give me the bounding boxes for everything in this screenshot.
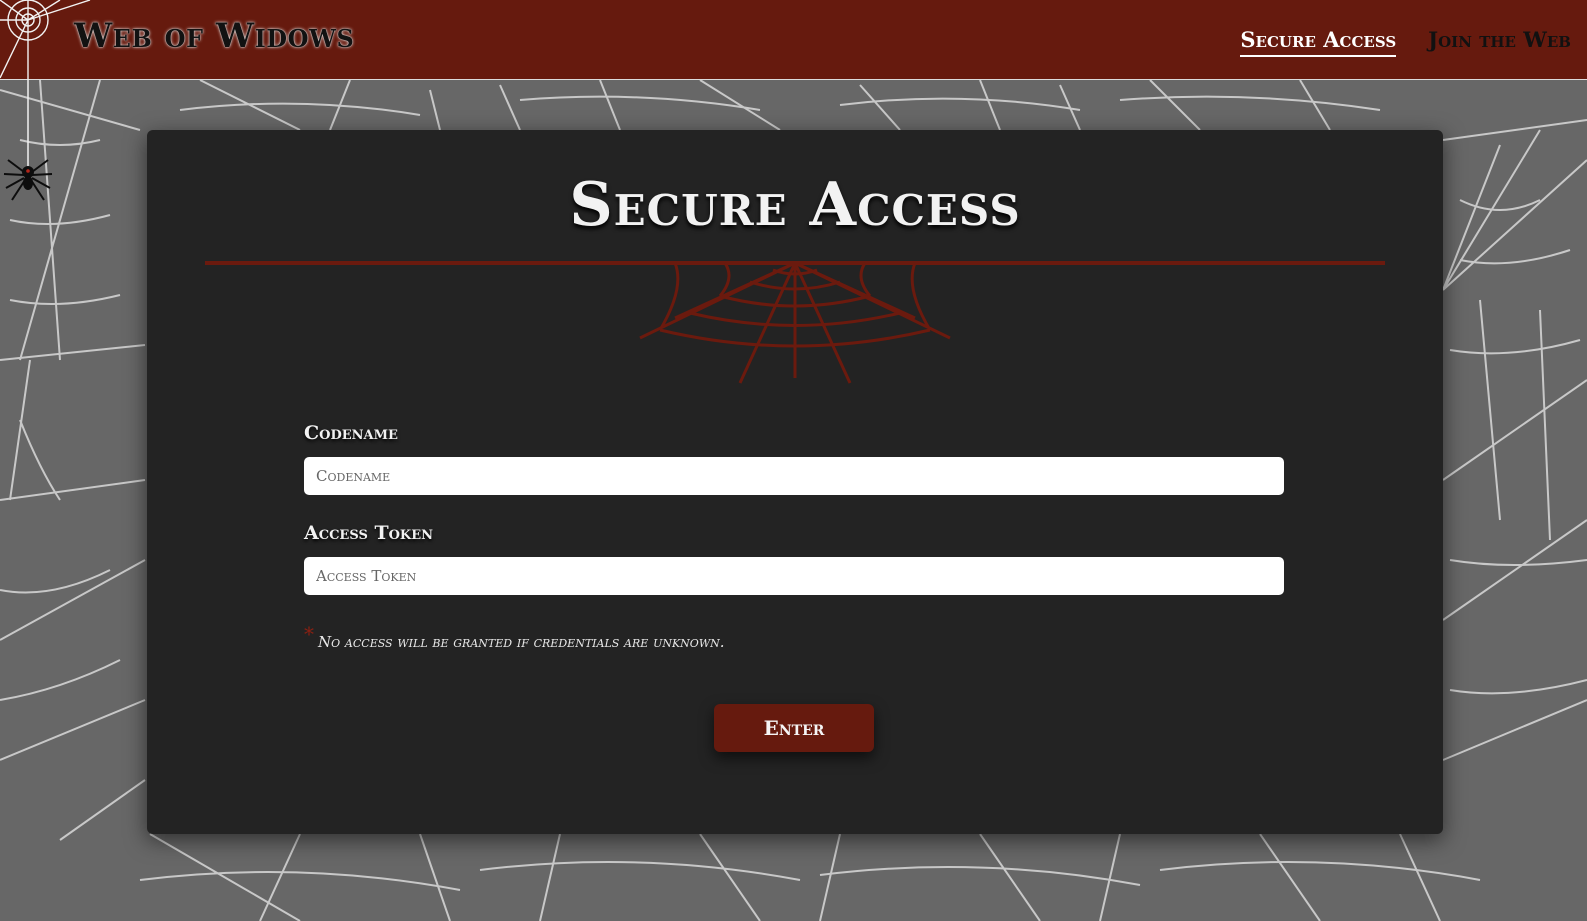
spider-icon — [3, 80, 53, 201]
web-divider-icon — [205, 261, 1385, 384]
codename-label: Codename — [304, 422, 398, 444]
enter-button[interactable]: Enter — [714, 704, 874, 752]
codename-input[interactable] — [304, 457, 1284, 495]
credentials-note: * No access will be granted if credential… — [304, 622, 725, 652]
access-token-input[interactable] — [304, 557, 1284, 595]
nav-join-the-web[interactable]: Join the Web — [1428, 27, 1571, 57]
nav-secure-access[interactable]: Secure Access — [1240, 27, 1397, 57]
credentials-note-text: No access will be granted if credentials… — [318, 633, 725, 651]
main-nav: Secure Access Join the Web — [1240, 27, 1571, 57]
page-title: Secure Access — [569, 170, 1021, 240]
brand-logo[interactable]: Web of Widows — [74, 16, 354, 56]
top-navbar: Web of Widows Secure Access Join the Web — [0, 0, 1587, 80]
access-token-label: Access Token — [304, 522, 434, 544]
login-card: Secure Access Codename Access Token *No … — [147, 130, 1443, 834]
required-asterisk: * — [304, 622, 314, 646]
